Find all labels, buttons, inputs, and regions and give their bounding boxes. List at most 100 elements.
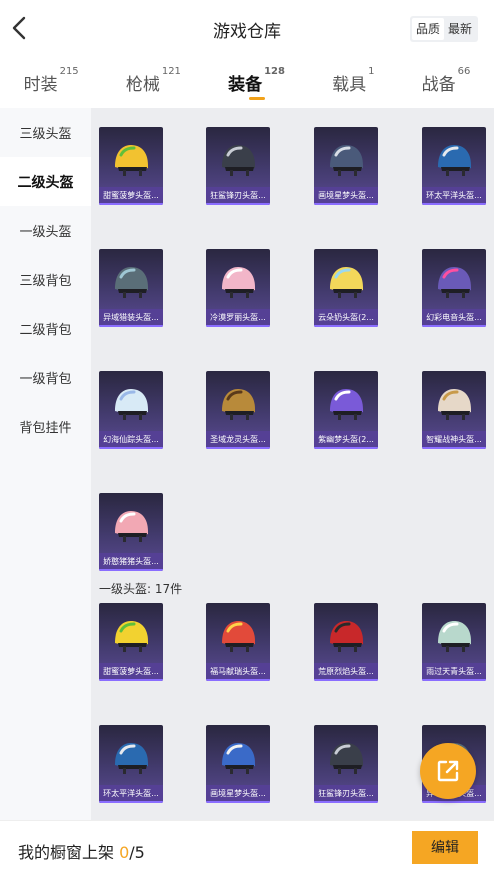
celadon-helmet-icon [438,621,471,652]
tab-equipment[interactable]: 装备128 [228,66,285,100]
sort-quality-button[interactable]: 品质 [411,18,444,40]
tab-label: 枪械 [125,75,160,95]
rarity-strip [206,447,270,449]
item-card[interactable]: 幻海仙踪头盔... [99,371,163,449]
sidebar-item-level3-helmet[interactable]: 三级头盔 [0,108,91,157]
shark-helmet-icon [330,743,363,774]
share-button[interactable] [420,743,476,799]
pacific-helmet-icon [438,145,471,176]
item-card[interactable]: 娇憨猪猪头盔... [99,493,163,571]
item-card[interactable]: 紫幽梦头盔(2... [314,371,378,449]
item-card[interactable]: 云朵奶头盔(2... [314,249,378,327]
item-card[interactable]: 狂鲨锋刃头盔... [206,127,270,205]
tab-guns[interactable]: 枪械121 [125,66,181,95]
hunter-helmet-icon [115,267,148,298]
item-card[interactable]: 环太平洋头盔... [422,127,486,205]
tab-count: 121 [161,66,181,77]
item-card[interactable]: 智耀战神头盔... [422,371,486,449]
warehouse-screen: 游戏仓库 品质 最新 时装215 枪械121 装备128 载具1 战备66 三级… [0,0,494,875]
tab-underline [248,97,265,100]
rarity-strip [206,325,270,327]
tab-label: 载具 [332,75,367,95]
item-card[interactable]: 甜蜜菠萝头盔... [99,603,163,681]
rarity-strip [99,801,163,803]
item-card[interactable]: 画境星梦头盔... [314,127,378,205]
rarity-strip [99,325,163,327]
category-tabs: 时装215 枪械121 装备128 载具1 战备66 [0,58,494,106]
rarity-strip [206,679,270,681]
tab-count: 1 [368,66,375,77]
rarity-strip [206,203,270,205]
rarity-strip [99,447,163,449]
rarity-strip [314,679,378,681]
shark-helmet-icon [222,145,255,176]
item-grid: 一级头盔: 17件 甜蜜菠萝头盔... 狂鲨锋刃头盔... 画境星梦头盔... 环太平… [91,108,494,820]
sort-newest-button[interactable]: 最新 [444,18,476,40]
sidebar-item-level1-helmet[interactable]: 一级头盔 [0,206,91,255]
item-card[interactable]: 冷漠罗丽头盔... [206,249,270,327]
showcase-total: /5 [129,843,145,862]
rarity-strip [422,679,486,681]
item-card[interactable]: 异域猎装头盔... [99,249,163,327]
rarity-strip [99,569,163,571]
sea-helmet-icon [115,389,148,420]
pacific-helmet-icon [115,743,148,774]
rarity-strip [99,203,163,205]
rarity-strip [314,203,378,205]
cloud-helmet-icon [330,267,363,298]
sidebar-item-backpack-charm[interactable]: 背包挂件 [0,402,91,451]
tab-label: 装备 [228,75,263,95]
rarity-strip [314,325,378,327]
rarity-strip [422,447,486,449]
tab-label: 战备 [421,75,456,95]
tab-vehicles[interactable]: 载具1 [332,66,374,95]
pig-helmet-icon [115,511,148,542]
starry-helmet-icon [330,145,363,176]
item-card[interactable]: 雨过天青头盔... [422,603,486,681]
starry-helmet-icon [222,743,255,774]
sidebar-item-level2-helmet[interactable]: 二级头盔 [0,157,91,206]
item-card[interactable]: 荒原烈焰头盔... [314,603,378,681]
tab-label: 时装 [23,75,58,95]
item-card[interactable]: 狂鲨锋刃头盔... [314,725,378,803]
sidebar-item-level2-backpack[interactable]: 二级背包 [0,304,91,353]
rarity-strip [422,801,486,803]
dragon-helmet-icon [222,389,255,420]
header: 游戏仓库 品质 最新 [0,0,494,58]
horse-helmet-icon [222,621,255,652]
item-card[interactable]: 幻彩电音头盔... [422,249,486,327]
edit-button[interactable]: 编辑 [412,831,478,864]
sidebar: 三级头盔 二级头盔 一级头盔 三级背包 二级背包 一级背包 背包挂件 [0,108,91,820]
pineapple-helmet-icon [115,145,148,176]
showcase-current: 0 [119,843,130,862]
item-card[interactable]: 甜蜜菠萝头盔... [99,127,163,205]
section-header-level1-helmet: 一级头盔: 17件 [99,582,183,596]
item-card[interactable]: 画境星梦头盔... [206,725,270,803]
item-card[interactable]: 环太平洋头盔... [99,725,163,803]
showcase-label: 我的橱窗上架 [18,843,120,862]
sidebar-item-level1-backpack[interactable]: 一级背包 [0,353,91,402]
sidebar-item-level3-backpack[interactable]: 三级背包 [0,255,91,304]
warrior-helmet-icon [438,389,471,420]
tab-fashion[interactable]: 时装215 [23,66,79,95]
lolita-helmet-icon [222,267,255,298]
rarity-strip [314,801,378,803]
item-card[interactable]: 福马献瑞头盔... [206,603,270,681]
rarity-strip [422,203,486,205]
rarity-strip [206,801,270,803]
tab-count: 215 [59,66,79,77]
neon-helmet-icon [438,267,471,298]
flame-helmet-icon [330,621,363,652]
tab-count: 66 [457,66,471,77]
bottom-bar: 我的橱窗上架 0/5 编辑 [0,820,494,875]
rarity-strip [99,679,163,681]
rarity-strip [314,447,378,449]
sort-toggle: 品质 最新 [409,16,478,42]
violet-helmet-icon [330,389,363,420]
rarity-strip [422,325,486,327]
share-icon [437,760,459,782]
pineapple-helmet-icon [115,621,148,652]
tab-battle-gear[interactable]: 战备66 [421,66,471,95]
tab-count: 128 [264,66,285,77]
item-card[interactable]: 圣域龙灵头盔... [206,371,270,449]
